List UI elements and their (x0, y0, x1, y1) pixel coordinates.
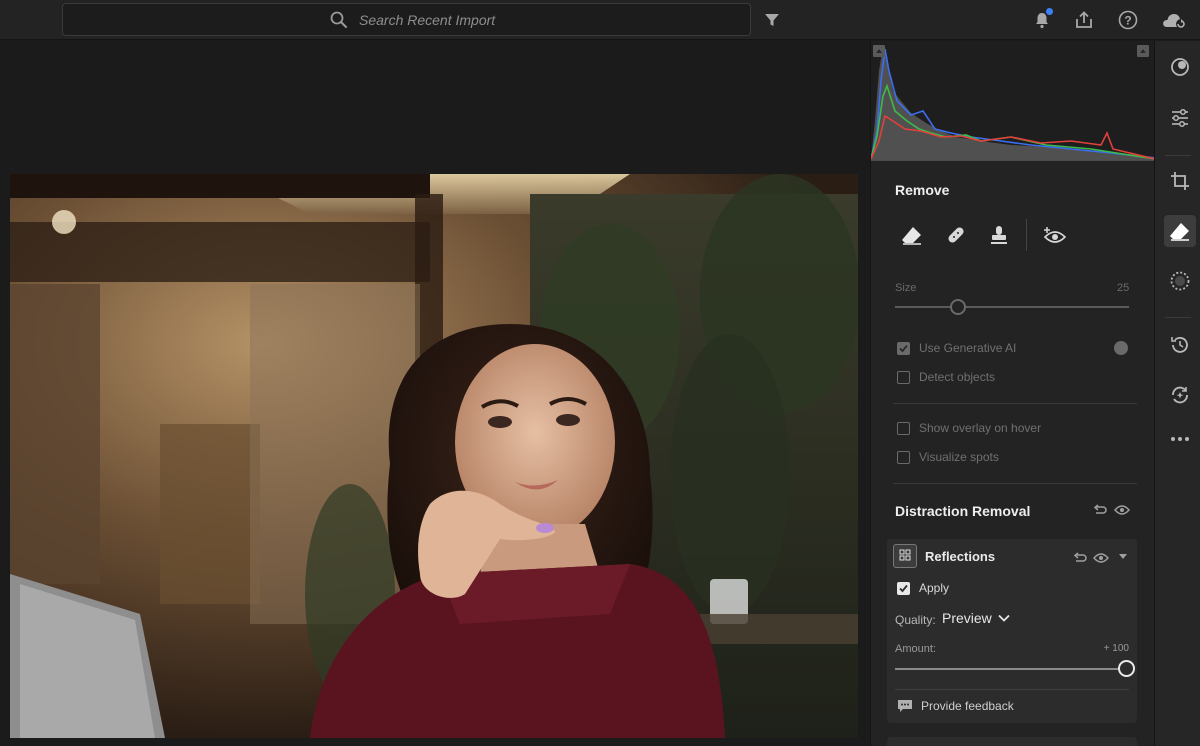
svg-text:?: ? (1124, 14, 1131, 28)
section-divider (893, 403, 1137, 404)
masking-icon[interactable] (1164, 265, 1196, 297)
tool-divider (1026, 219, 1027, 251)
shadow-clipping-toggle[interactable] (873, 45, 885, 57)
visibility-eye-icon[interactable] (1114, 503, 1130, 521)
quality-dropdown[interactable]: Preview (942, 610, 1010, 626)
checkbox-box[interactable] (897, 581, 910, 595)
next-card-stub (887, 737, 1137, 746)
collapse-chevron-icon[interactable] (1119, 554, 1127, 559)
apply-label: Apply (919, 581, 950, 595)
highlight-clipping-toggle[interactable] (1137, 45, 1149, 57)
reflections-card: Reflections Apply Quality: Preview Amoun… (887, 539, 1137, 723)
photo-canvas (0, 41, 870, 746)
reflections-eye-icon[interactable] (1093, 551, 1109, 569)
feedback-icon (898, 700, 912, 712)
presets-icon[interactable] (1164, 51, 1196, 83)
search-input[interactable] (359, 10, 659, 30)
size-label: Size (895, 282, 917, 294)
visualize-spots-label: Visualize spots (919, 450, 999, 464)
amount-slider-track[interactable] (895, 668, 1123, 670)
show-overlay-label: Show overlay on hover (919, 421, 1042, 435)
history-icon[interactable] (1164, 329, 1196, 361)
size-value: 25 (1117, 282, 1130, 294)
visualize-spots-icon[interactable] (1041, 222, 1067, 248)
versions-icon[interactable] (1164, 379, 1196, 411)
quality-label: Quality: (895, 613, 936, 627)
apply-checkbox[interactable]: Apply (897, 581, 949, 595)
chevron-down-icon (998, 614, 1010, 622)
reflections-reset-icon[interactable] (1073, 551, 1087, 569)
detect-objects-label: Detect objects (919, 370, 996, 384)
provide-feedback-label: Provide feedback (921, 699, 1014, 713)
rail-separator (1165, 317, 1191, 318)
remove-eraser-icon[interactable] (1164, 215, 1196, 247)
section-divider (893, 483, 1137, 484)
detect-objects-checkbox[interactable]: Detect objects (897, 369, 995, 385)
notification-dot (1046, 8, 1053, 15)
remove-title: Remove (895, 182, 950, 198)
bell-icon[interactable] (1030, 8, 1054, 32)
share-icon[interactable] (1072, 8, 1096, 32)
amount-label: Amount: (895, 643, 936, 655)
bandage-icon[interactable] (943, 222, 969, 248)
use-generative-ai-checkbox[interactable]: Use Generative AI (897, 340, 1016, 356)
more-icon[interactable] (1164, 423, 1196, 455)
checkbox-box[interactable] (897, 341, 910, 355)
checkbox-box[interactable] (897, 370, 910, 384)
eraser-icon[interactable] (899, 222, 925, 248)
edit-panel: Remove Size 25 Use Generative AI Detect … (870, 41, 1156, 746)
amount-slider-thumb[interactable] (1118, 660, 1135, 677)
crop-icon[interactable] (1164, 165, 1196, 197)
quality-value: Preview (942, 610, 992, 626)
reset-icon[interactable] (1093, 503, 1107, 521)
size-slider-track[interactable] (895, 306, 1129, 308)
generative-ai-info-icon[interactable] (1114, 341, 1128, 355)
photo-image[interactable] (10, 174, 858, 738)
cloud-sync-icon[interactable] (1160, 8, 1190, 32)
search-icon (330, 11, 347, 28)
checkbox-box[interactable] (897, 450, 910, 464)
search-box[interactable] (62, 3, 751, 36)
show-overlay-checkbox[interactable]: Show overlay on hover (897, 420, 1041, 436)
visualize-spots-checkbox[interactable]: Visualize spots (897, 449, 999, 465)
top-bar: ? (0, 0, 1200, 40)
size-slider-thumb[interactable] (950, 299, 966, 315)
tool-rail (1154, 41, 1200, 746)
rail-separator (1165, 155, 1191, 156)
histogram (870, 41, 1156, 161)
edit-sliders-icon[interactable] (1164, 102, 1196, 134)
use-generative-ai-label: Use Generative AI (919, 341, 1017, 355)
card-divider (895, 689, 1129, 690)
reflections-title: Reflections (925, 549, 996, 564)
provide-feedback-link[interactable]: Provide feedback (897, 699, 1014, 713)
amount-value: + 100 (1103, 643, 1129, 654)
reflections-icon (893, 544, 917, 568)
filter-icon[interactable] (760, 8, 784, 32)
help-icon[interactable]: ? (1116, 8, 1140, 32)
clone-stamp-icon[interactable] (986, 222, 1012, 248)
distraction-removal-title: Distraction Removal (895, 503, 1031, 519)
checkbox-box[interactable] (897, 421, 910, 435)
